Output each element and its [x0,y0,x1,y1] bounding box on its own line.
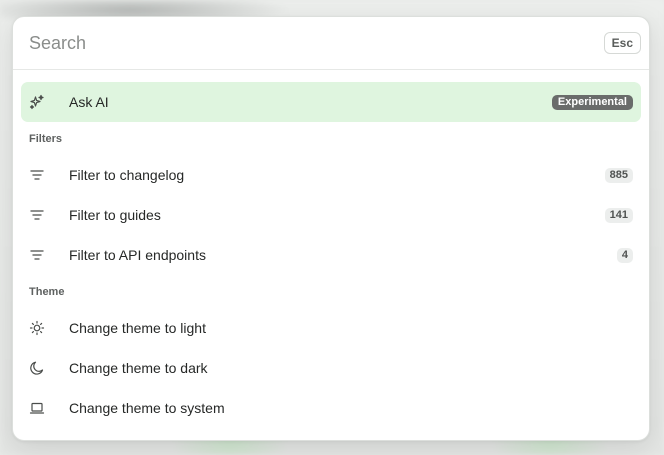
filter-api-endpoints-label: Filter to API endpoints [69,247,206,263]
filter-api-endpoints-item[interactable]: Filter to API endpoints 4 [21,235,641,275]
theme-heading: Theme [29,285,65,298]
filter-icon [29,167,45,183]
moon-icon [29,360,45,376]
sun-icon [29,320,45,336]
sparkles-icon [29,94,45,110]
filter-icon [29,247,45,263]
search-input[interactable] [29,32,549,54]
ask-ai-item[interactable]: Ask AI Experimental [21,82,641,122]
changelog-count: 885 [604,167,633,183]
search-bar: Esc [13,17,649,70]
theme-system-item[interactable]: Change theme to system [21,388,641,428]
theme-dark-label: Change theme to dark [69,360,208,376]
theme-system-label: Change theme to system [69,400,225,416]
theme-light-item[interactable]: Change theme to light [21,308,641,348]
api-endpoints-count: 4 [616,247,633,263]
filter-changelog-label: Filter to changelog [69,167,185,183]
filter-icon [29,207,45,223]
filter-changelog-item[interactable]: Filter to changelog 885 [21,155,641,195]
guides-count: 141 [604,207,633,223]
command-list: Ask AI Experimental Filters Filter to ch… [13,70,649,428]
command-palette: Esc Ask AI Experimental Filters [12,16,650,441]
esc-button[interactable]: Esc [603,32,641,54]
filter-guides-item[interactable]: Filter to guides 141 [21,195,641,235]
filters-heading: Filters [29,132,63,145]
theme-light-label: Change theme to light [69,320,206,336]
filter-guides-label: Filter to guides [69,207,161,223]
ask-ai-label: Ask AI [69,94,109,110]
theme-dark-item[interactable]: Change theme to dark [21,348,641,388]
laptop-icon [29,400,45,416]
experimental-badge: Experimental [551,94,633,110]
